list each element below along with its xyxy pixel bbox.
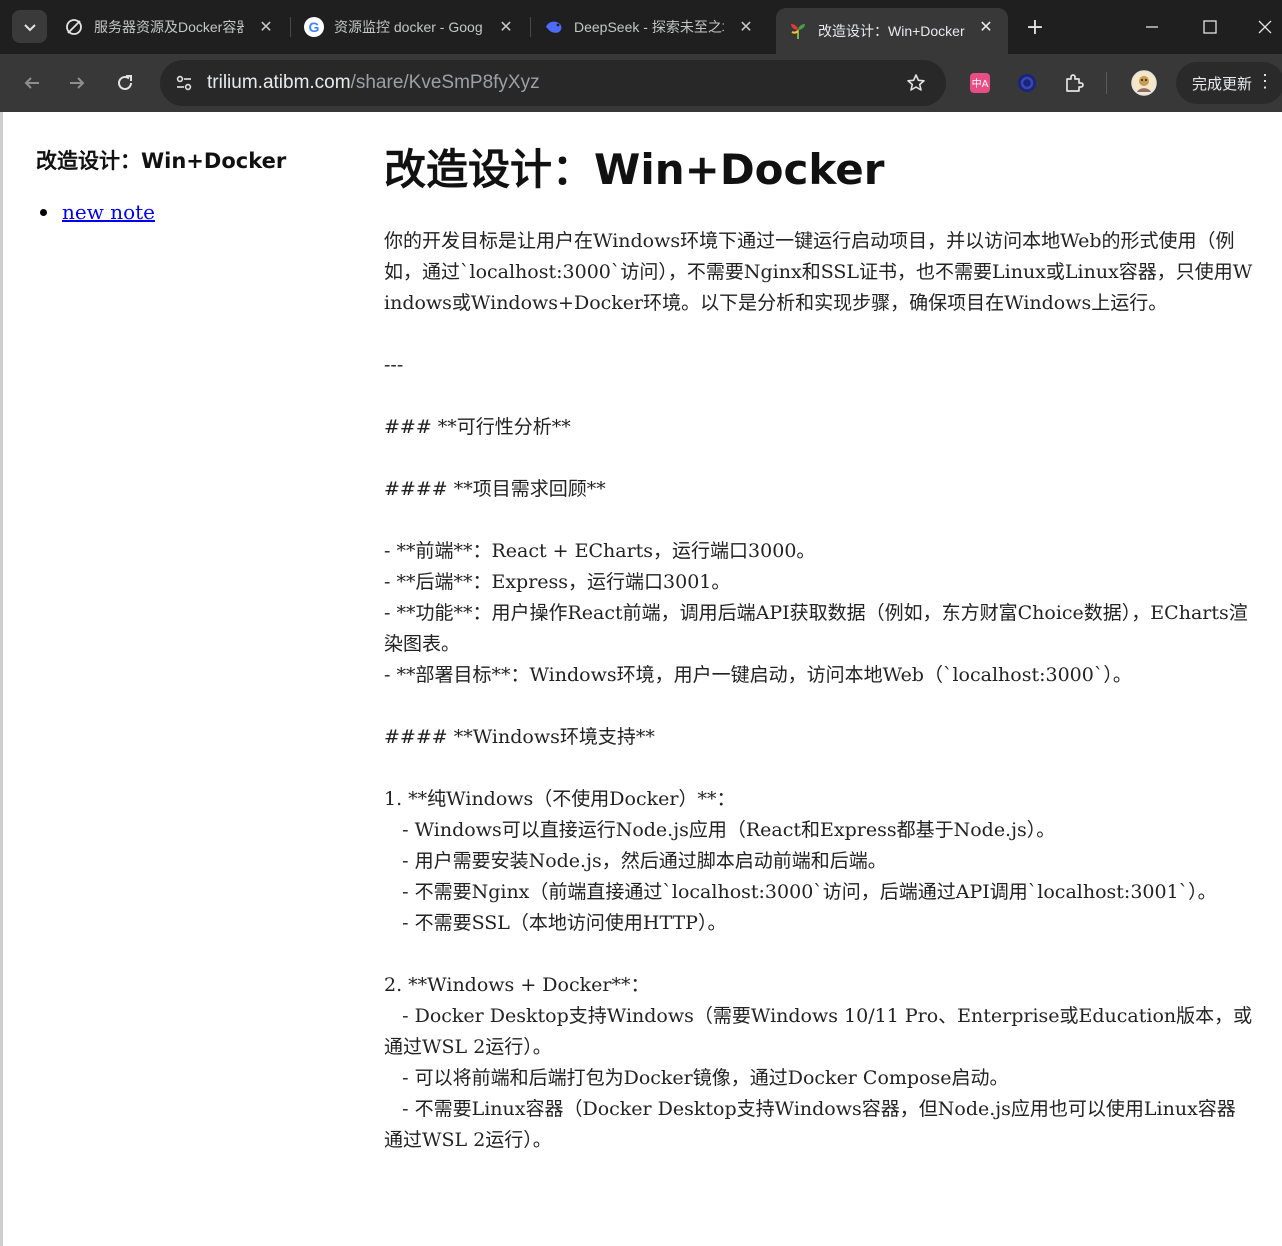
trilium-icon — [788, 21, 808, 41]
back-button[interactable] — [15, 66, 49, 100]
tab-divider — [290, 17, 291, 37]
tab-server-resources[interactable]: 服务器资源及Docker容器 ✕ — [52, 8, 288, 46]
window-edge — [0, 112, 3, 1246]
tab-active-note[interactable]: 改造设计：Win+Docker ✕ — [776, 8, 1008, 54]
profile-avatar-icon[interactable] — [1130, 69, 1158, 97]
sidebar-title: 改造设计：Win+Docker — [36, 149, 287, 173]
tab-divider — [530, 17, 531, 37]
sidebar-link[interactable]: new note — [62, 200, 155, 224]
note-content: 改造设计：Win+Docker 你的开发目标是让用户在Windows环境下通过一… — [384, 142, 1254, 1156]
tab-title: 服务器资源及Docker容器 — [94, 19, 244, 35]
google-icon: G — [304, 17, 324, 37]
note-body: 你的开发目标是让用户在Windows环境下通过一键运行启动项目，并以访问本地We… — [384, 230, 1253, 1151]
chevron-down-icon — [23, 23, 36, 31]
arrow-right-icon — [70, 77, 85, 89]
plus-icon: + — [1025, 14, 1045, 40]
reload-button[interactable] — [108, 66, 142, 100]
svg-text:G: G — [309, 19, 320, 35]
tab-title: 改造设计：Win+Docker — [818, 23, 965, 39]
update-label: 完成更新 — [1192, 75, 1253, 93]
minimize-icon — [1146, 26, 1158, 28]
tab-deepseek[interactable]: DeepSeek - 探索未至之境 ✕ — [532, 8, 768, 46]
extensions-puzzle-icon[interactable] — [1060, 69, 1088, 97]
tab-title: 资源监控 docker - Goog — [334, 19, 483, 35]
close-window-button[interactable] — [1248, 10, 1282, 44]
tab-title: DeepSeek - 探索未至之境 — [574, 19, 724, 35]
minimize-button[interactable] — [1132, 10, 1172, 44]
deepseek-icon — [544, 17, 564, 37]
translate-extension-icon[interactable]: 中A — [966, 69, 994, 97]
close-icon — [1258, 20, 1272, 34]
maximize-icon — [1203, 20, 1217, 34]
url-path: /share/KveSmP8fyXyz — [350, 72, 540, 93]
update-button[interactable]: 完成更新 ⋮ — [1176, 62, 1282, 104]
svg-text:中A: 中A — [972, 77, 989, 90]
close-icon[interactable]: ✕ — [256, 17, 276, 37]
tab-strip: 服务器资源及Docker容器 ✕ G 资源监控 docker - Goog ✕ … — [0, 0, 1282, 54]
trilium-icon — [64, 17, 84, 37]
address-bar[interactable]: trilium.atibm.com/share/KveSmP8fyXyz — [160, 60, 946, 106]
browser-toolbar: trilium.atibm.com/share/KveSmP8fyXyz 中A … — [0, 54, 1282, 112]
reload-icon — [118, 75, 132, 90]
arrow-left-icon — [24, 77, 39, 89]
forward-button[interactable] — [60, 66, 94, 100]
bookmark-star-icon[interactable] — [904, 71, 928, 95]
more-vert-icon[interactable]: ⋮ — [1256, 72, 1274, 90]
new-tab-button[interactable]: + — [1021, 13, 1049, 41]
url-host: trilium.atibm.com — [207, 72, 351, 93]
url-text[interactable]: trilium.atibm.com/share/KveSmP8fyXyz — [207, 72, 540, 94]
sidebar-list: new note — [36, 198, 336, 226]
site-info-icon[interactable] — [172, 71, 196, 95]
tab-search-button[interactable] — [12, 10, 47, 43]
close-icon[interactable]: ✕ — [736, 17, 756, 37]
sidebar-item-new-note: new note — [36, 198, 336, 226]
tab-google-search[interactable]: G 资源监控 docker - Goog ✕ — [292, 8, 528, 46]
close-icon[interactable]: ✕ — [976, 17, 996, 37]
circle-extension-icon[interactable] — [1013, 69, 1041, 97]
close-icon[interactable]: ✕ — [496, 17, 516, 37]
note-tree-sidebar: 改造设计：Win+Docker new note — [36, 146, 336, 226]
toolbar-divider — [1106, 72, 1107, 94]
maximize-button[interactable] — [1190, 10, 1230, 44]
page-title: 改造设计：Win+Docker — [384, 145, 885, 194]
page-content: 改造设计：Win+Docker new note 改造设计：Win+Docker… — [0, 112, 1282, 1246]
